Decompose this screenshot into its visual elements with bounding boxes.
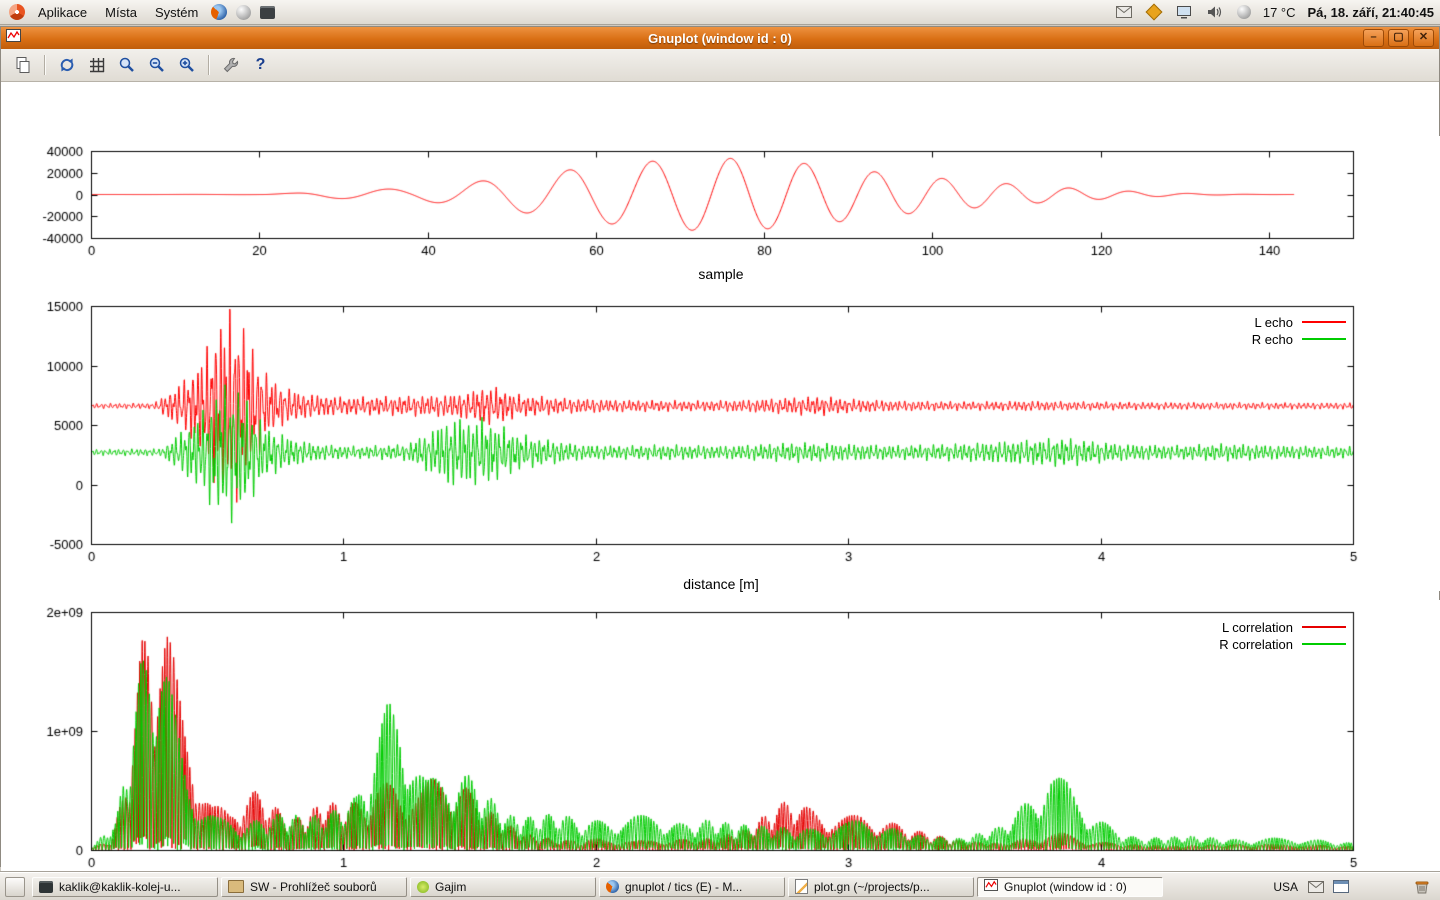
window-title: Gnuplot (window id : 0) [1,31,1439,46]
display-icon[interactable] [1173,1,1195,23]
legend-label-r-echo: R echo [1252,332,1293,347]
menu-system[interactable]: Systém [147,3,206,22]
weather-icon[interactable] [1233,1,1255,23]
ubuntu-menu-icon[interactable] [6,1,28,23]
updates-icon[interactable] [1143,1,1165,23]
window-titlebar[interactable]: Gnuplot (window id : 0) – ▢ ✕ [1,27,1439,49]
gnuplot-window: Gnuplot (window id : 0) – ▢ ✕ ? [0,26,1440,867]
legend-row: R correlation [1219,637,1346,651]
configure-icon[interactable] [217,53,244,77]
mail-icon[interactable] [1305,876,1327,898]
taskbar-button-terminal[interactable]: kaklik@kaklik-kolej-u... [32,877,218,897]
terminal-icon [39,881,53,893]
taskbar-button-file-manager[interactable]: SW - Prohlížeč souborů [221,877,407,897]
taskbar-button-gnuplot[interactable]: Gnuplot (window id : 0) [977,877,1163,897]
file-manager-icon [228,880,244,893]
clock[interactable]: Pá, 18. září, 21:40:45 [1308,5,1434,20]
menu-places[interactable]: Místa [97,3,145,22]
legend-label-l-correlation: L correlation [1222,620,1293,635]
browser-icon[interactable] [232,1,254,23]
window-icon[interactable] [1330,876,1352,898]
zoom-out-icon[interactable] [143,53,170,77]
echo-legend: L echo R echo [1252,315,1346,346]
replot-icon[interactable] [53,53,80,77]
signal-xaxis-label: sample [1,266,1440,282]
correlation-legend: L correlation R correlation [1219,620,1346,651]
zoom-previous-icon[interactable] [113,53,140,77]
mail-icon[interactable] [1113,1,1135,23]
maximize-button[interactable]: ▢ [1388,29,1409,47]
chart-echo: L echo R echo distance [m] [1,291,1440,591]
text-editor-icon [795,879,808,894]
volume-icon[interactable] [1203,1,1225,23]
terminal-launcher-icon[interactable] [256,1,278,23]
echo-xaxis-label: distance [m] [1,576,1440,592]
taskbar-button-firefox[interactable]: gnuplot / tics (E) - M... [599,877,785,897]
window-list-applet-icon[interactable] [5,877,25,897]
menu-applications[interactable]: Aplikace [30,3,95,22]
firefox-icon[interactable] [208,1,230,23]
legend-row: R echo [1252,332,1346,346]
grid-icon[interactable] [83,53,110,77]
temperature-label: 17 °C [1263,5,1296,20]
minimize-button[interactable]: – [1363,29,1384,47]
legend-row: L echo [1252,315,1346,329]
top-panel: Aplikace Místa Systém 17 °C Pá, 18. září… [0,0,1440,25]
close-button[interactable]: ✕ [1413,29,1434,47]
trash-icon[interactable] [1409,879,1435,895]
taskbar-button-editor[interactable]: plot.gn (~/projects/p... [788,877,974,897]
keyboard-layout-indicator[interactable]: USA [1269,880,1302,894]
gnuplot-toolbar: ? [1,49,1439,82]
help-icon[interactable]: ? [247,53,274,77]
gajim-icon [417,881,429,893]
system-tray: 17 °C Pá, 18. září, 21:40:45 [1113,1,1434,23]
legend-row: L correlation [1219,620,1346,634]
legend-label-l-echo: L echo [1254,315,1293,330]
taskbar-button-gajim[interactable]: Gajim [410,877,596,897]
chart-signal: sample [1,136,1440,291]
plot-area: sample L echo R echo distance [m] L corr… [1,82,1439,867]
taskbar: kaklik@kaklik-kolej-u... SW - Prohlížeč … [0,872,1440,900]
zoom-in-icon[interactable] [173,53,200,77]
echo-chart-canvas[interactable] [1,291,1440,591]
firefox-icon [606,880,619,893]
gnuplot-icon [984,879,998,894]
chart-correlation: L correlation R correlation distance [m] [1,600,1440,900]
copy-icon[interactable] [9,53,36,77]
legend-label-r-correlation: R correlation [1219,637,1293,652]
